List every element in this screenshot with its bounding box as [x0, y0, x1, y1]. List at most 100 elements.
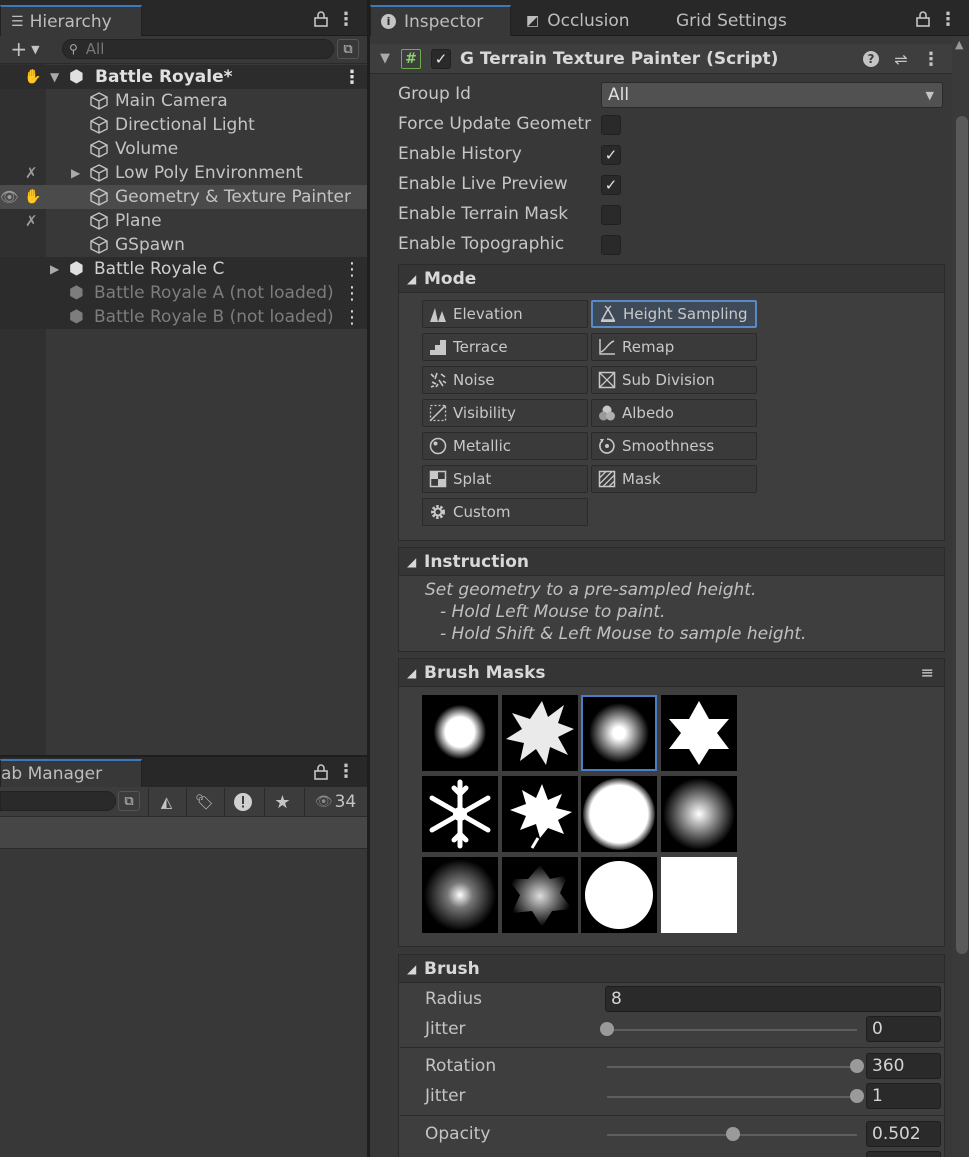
prefab-search-input[interactable]	[0, 791, 116, 811]
brush-mask-thumbnail[interactable]	[581, 857, 657, 933]
mode-visibility-button[interactable]: Visibility	[422, 399, 588, 427]
radius-jitter-slider-knob[interactable]	[600, 1022, 614, 1036]
tab-inspector[interactable]: i Inspector	[370, 5, 511, 36]
foldout-expanded-icon[interactable]: ▼	[380, 51, 390, 66]
mode-mask-button[interactable]: Mask	[591, 465, 757, 493]
row-menu-icon[interactable]: ⋮	[343, 283, 361, 304]
group-id-dropdown[interactable]: All ▼	[601, 82, 943, 108]
brush-mask-thumbnail[interactable]	[502, 857, 578, 933]
brush-mask-thumbnail[interactable]	[422, 857, 498, 933]
add-object-button[interactable]: + ▼	[4, 37, 46, 61]
picking-disabled-icon[interactable]: ✗	[25, 212, 38, 230]
lock-icon[interactable]	[914, 10, 932, 28]
foldout-expanded-icon[interactable]: ▼	[50, 70, 59, 84]
foldout-collapsed-icon[interactable]: ▶	[71, 166, 80, 180]
enable-history-checkbox[interactable]: ✓	[601, 145, 621, 165]
tab-prefab-manager[interactable]: ab Manager	[0, 759, 142, 787]
rotation-jitter-slider[interactable]	[607, 1096, 857, 1098]
next-field-input[interactable]	[866, 1151, 941, 1157]
mode-remap-button[interactable]: Remap	[591, 333, 757, 361]
lock-icon[interactable]	[312, 10, 330, 28]
brush-mask-thumbnail[interactable]	[422, 776, 498, 852]
scene-row-battle-royale[interactable]: ✋ ▼ ⬢ Battle Royale* ⋮	[0, 65, 367, 89]
hierarchy-item-low-poly-environment[interactable]: ✗ ▶ Low Poly Environment	[0, 161, 367, 185]
picking-hand-icon[interactable]: ✋	[24, 189, 41, 205]
hierarchy-item-gspawn[interactable]: GSpawn	[0, 233, 367, 257]
brush-mask-thumbnail[interactable]	[422, 695, 498, 771]
row-menu-icon[interactable]: ⋮	[343, 259, 361, 280]
rotation-input[interactable]: 360	[866, 1053, 941, 1079]
search-filter-icon[interactable]: ⧉	[118, 791, 140, 811]
scene-row-battle-royale-b[interactable]: ⬢ Battle Royale B (not loaded) ⋮	[0, 305, 367, 329]
mode-elevation-button[interactable]: Elevation	[422, 300, 588, 328]
tab-hierarchy[interactable]: ☰ Hierarchy	[0, 5, 142, 36]
radius-jitter-slider[interactable]	[607, 1029, 857, 1031]
kebab-menu-icon[interactable]: ⋮	[337, 761, 355, 782]
hierarchy-item-main-camera[interactable]: Main Camera	[0, 89, 367, 113]
scene-row-battle-royale-c[interactable]: ▶ ⬢ Battle Royale C ⋮	[0, 257, 367, 281]
mode-albedo-button[interactable]: Albedo	[591, 399, 757, 427]
visible-count-button[interactable]: 👁 34	[304, 788, 366, 816]
radius-input[interactable]: 8	[605, 986, 941, 1012]
foldout-collapsed-icon[interactable]: ▶	[50, 262, 59, 276]
brush-mask-thumbnail[interactable]	[502, 776, 578, 852]
star-icon[interactable]: ★	[264, 788, 300, 816]
brush-mask-thumbnail-selected[interactable]	[581, 695, 657, 771]
tag-icon[interactable]: 🏷	[186, 788, 222, 816]
brush-section-header[interactable]: ◢ Brush	[399, 955, 944, 983]
rotation-jitter-input[interactable]: 1	[866, 1083, 941, 1109]
help-icon[interactable]: ?	[863, 51, 879, 67]
brush-masks-section-header[interactable]: ◢ Brush Masks ≡	[399, 659, 944, 687]
brush-mask-thumbnail[interactable]	[502, 695, 578, 771]
radius-jitter-input[interactable]: 0	[866, 1016, 941, 1042]
picking-disabled-icon[interactable]: ✗	[25, 164, 38, 182]
brush-mask-thumbnail[interactable]	[661, 695, 737, 771]
component-menu-icon[interactable]: ⋮	[922, 49, 940, 70]
row-menu-icon[interactable]: ⋮	[343, 67, 361, 88]
hierarchy-item-plane[interactable]: ✗ Plane	[0, 209, 367, 233]
mode-terrace-button[interactable]: Terrace	[422, 333, 588, 361]
rotation-slider[interactable]	[607, 1066, 857, 1068]
mode-custom-button[interactable]: Custom	[422, 498, 588, 526]
shapes-filter-icon[interactable]: ◭	[148, 788, 184, 816]
visibility-eye-icon[interactable]: 👁	[0, 188, 19, 206]
hierarchy-item-volume[interactable]: Volume	[0, 137, 367, 161]
panel-splitter[interactable]	[367, 0, 370, 1157]
warning-filter-icon[interactable]	[224, 788, 260, 816]
instruction-section-header[interactable]: ◢ Instruction	[399, 548, 944, 576]
force-update-geometry-checkbox[interactable]	[601, 115, 621, 135]
scene-picking-icon[interactable]: ✋	[24, 69, 41, 85]
lock-icon[interactable]	[312, 763, 330, 781]
enable-topographic-checkbox[interactable]	[601, 235, 621, 255]
scene-row-battle-royale-a[interactable]: ⬢ Battle Royale A (not loaded) ⋮	[0, 281, 367, 305]
enable-terrain-mask-checkbox[interactable]	[601, 205, 621, 225]
presets-icon[interactable]: ⇌	[892, 49, 910, 69]
component-enabled-checkbox[interactable]: ✓	[431, 49, 451, 69]
brush-mask-thumbnail[interactable]	[581, 776, 657, 852]
scroll-up-icon[interactable]: ▲	[955, 38, 963, 51]
opacity-slider-knob[interactable]	[725, 1127, 740, 1141]
mode-height-sampling-button[interactable]: Height Sampling	[591, 300, 757, 328]
enable-live-preview-checkbox[interactable]: ✓	[601, 175, 621, 195]
scrollbar-thumb[interactable]	[956, 116, 968, 954]
kebab-menu-icon[interactable]: ⋮	[337, 9, 355, 30]
rotation-jitter-slider-knob[interactable]	[850, 1089, 864, 1103]
search-filter-icon[interactable]: ⧉	[337, 39, 359, 59]
tab-occlusion[interactable]: ◩ Occlusion	[516, 5, 640, 36]
hamburger-menu-icon[interactable]: ≡	[921, 663, 934, 682]
brush-mask-thumbnail[interactable]	[661, 776, 737, 852]
mode-section-header[interactable]: ◢ Mode	[399, 265, 944, 293]
row-menu-icon[interactable]: ⋮	[343, 307, 361, 328]
rotation-slider-knob[interactable]	[850, 1059, 864, 1073]
kebab-menu-icon[interactable]: ⋮	[939, 9, 957, 30]
mode-metallic-button[interactable]: Metallic	[422, 432, 588, 460]
hierarchy-item-geometry-texture-painter[interactable]: 👁 ✋ Geometry & Texture Painter	[0, 185, 367, 209]
mode-splat-button[interactable]: Splat	[422, 465, 588, 493]
tab-grid-settings[interactable]: Grid Settings	[666, 5, 797, 36]
mode-smoothness-button[interactable]: Smoothness	[591, 432, 757, 460]
opacity-input[interactable]: 0.502	[866, 1121, 941, 1147]
hierarchy-search-input[interactable]: ⚲ All	[62, 39, 334, 59]
hierarchy-item-directional-light[interactable]: Directional Light	[0, 113, 367, 137]
mode-sub-division-button[interactable]: Sub Division	[591, 366, 757, 394]
mode-noise-button[interactable]: Noise	[422, 366, 588, 394]
